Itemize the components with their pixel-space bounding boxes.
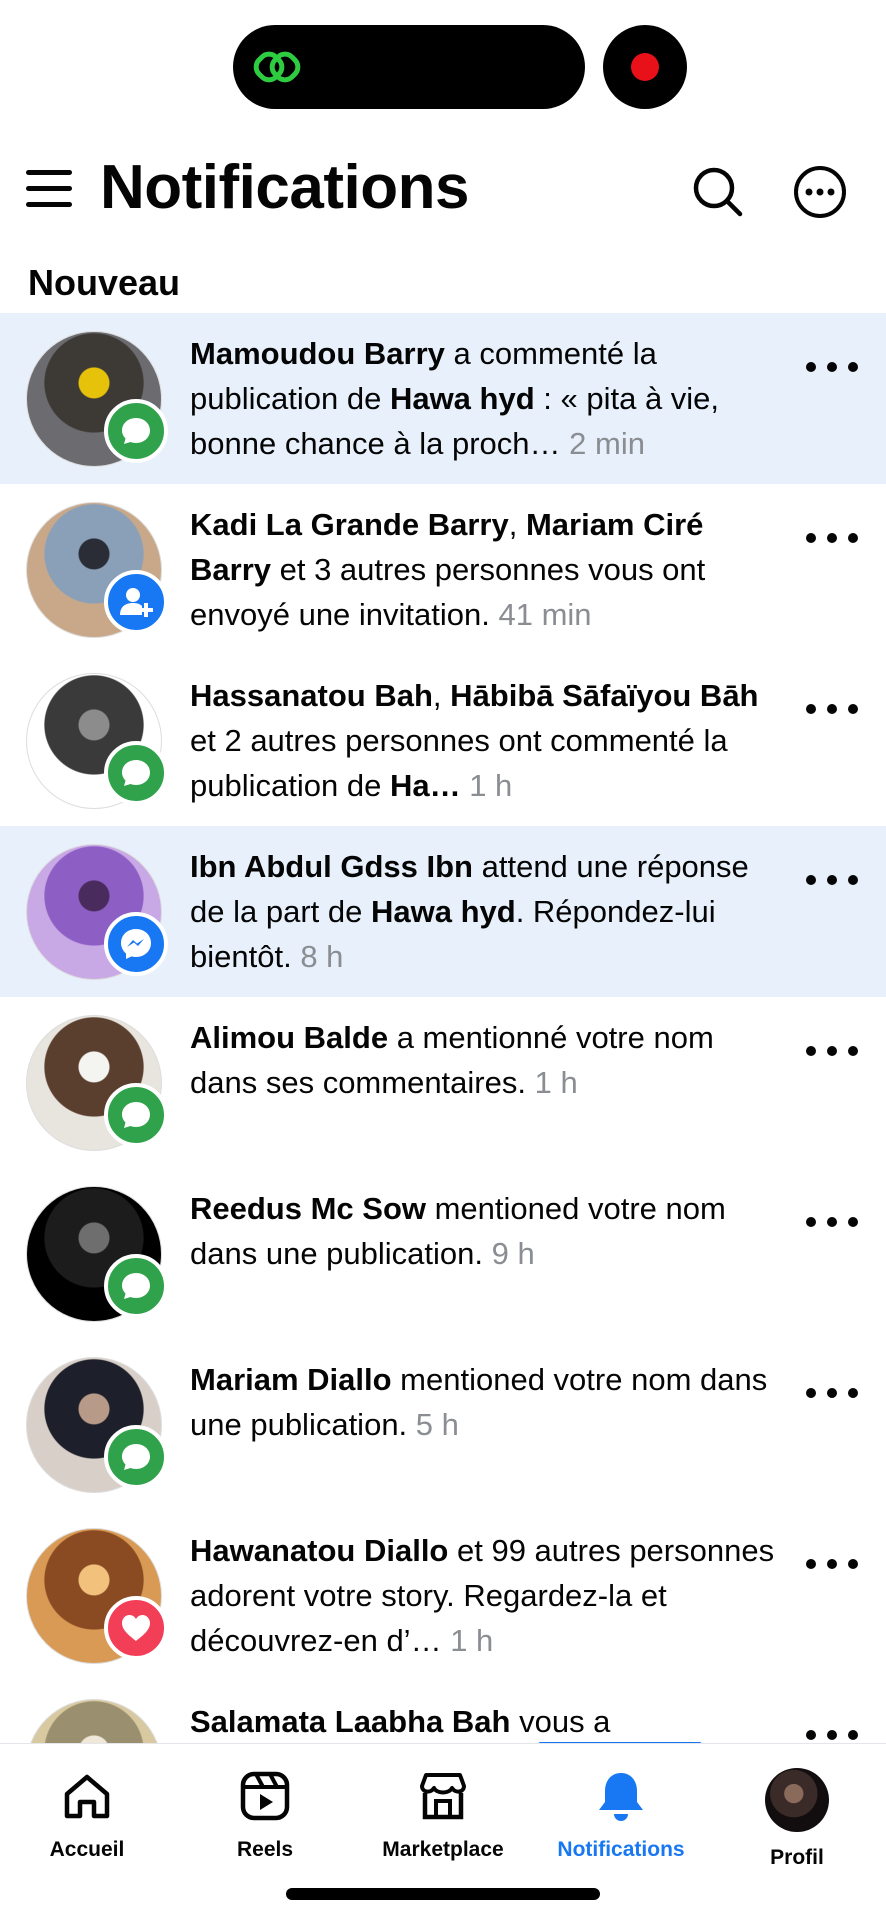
notification-item[interactable]: Mamoudou Barry a commenté la publication… [0, 313, 886, 484]
tab-marketplace-label: Marketplace [382, 1838, 504, 1861]
tab-profile[interactable]: Profil [712, 1768, 882, 1878]
notification-message: , [432, 678, 451, 713]
search-icon[interactable] [690, 164, 746, 220]
notification-name: Ibn Abdul Gdss Ibn [190, 849, 473, 884]
comment-badge [104, 1425, 168, 1489]
comment-icon [122, 1273, 150, 1299]
notification-name: Reedus Mc Sow [190, 1191, 426, 1226]
notification-time: 1 h [450, 1623, 494, 1658]
notification-message: vous a [510, 1704, 611, 1739]
notification-more-icon[interactable] [806, 1723, 858, 1743]
notification-text: Reedus Mc Sow mentioned votre nom dans u… [190, 1186, 780, 1276]
notification-more-icon[interactable] [806, 868, 858, 892]
comment-icon [122, 760, 150, 786]
reels-icon [240, 1771, 290, 1821]
notification-item[interactable]: Kadi La Grande Barry, Mariam Ciré Barry … [0, 484, 886, 655]
comment-badge [104, 399, 168, 463]
notification-time: 1 h [534, 1065, 578, 1100]
home-indicator [286, 1888, 600, 1900]
notification-time: 2 min [569, 426, 645, 461]
avatar[interactable] [26, 1699, 162, 1743]
heart-icon [122, 1615, 150, 1641]
page-title: Notifications [100, 153, 469, 222]
notification-more-icon[interactable] [806, 355, 858, 379]
notification-more-icon[interactable] [806, 1210, 858, 1234]
more-options-icon[interactable] [792, 164, 848, 220]
notification-name: Alimou Balde [190, 1020, 389, 1055]
tab-marketplace[interactable]: Marketplace [358, 1768, 528, 1878]
notification-more-icon[interactable] [806, 1039, 858, 1063]
add-friend-icon [120, 588, 153, 617]
notification-time: 5 h [415, 1407, 459, 1442]
messenger-icon [121, 929, 151, 959]
notification-more-icon[interactable] [806, 697, 858, 721]
dynamic-island [233, 25, 585, 109]
recording-indicator-icon [603, 25, 687, 109]
love-badge [104, 1596, 168, 1660]
link-icon [253, 51, 301, 83]
notification-text: Hawanatou Diallo et 99 autres personnes … [190, 1528, 780, 1663]
friend-badge [104, 570, 168, 634]
notification-list: Mamoudou Barry a commenté la publication… [0, 313, 886, 1743]
notification-name: Kadi La Grande Barry [190, 507, 509, 542]
profile-avatar [765, 1768, 829, 1832]
notification-text: Ibn Abdul Gdss Ibn attend une réponse de… [190, 844, 780, 979]
comment-badge [104, 741, 168, 805]
tab-reels[interactable]: Reels [180, 1768, 350, 1878]
notification-item[interactable]: Mariam Diallo mentioned votre nom dans u… [0, 1339, 886, 1510]
notification-item[interactable]: Ibn Abdul Gdss Ibn attend une réponse de… [0, 826, 886, 997]
comment-icon [122, 1102, 150, 1128]
notification-name: Mamoudou Barry [190, 336, 445, 371]
notification-message: , [508, 507, 526, 542]
notification-text: Mariam Diallo mentioned votre nom dans u… [190, 1357, 780, 1447]
tab-notifications-label: Notifications [557, 1838, 685, 1861]
notification-more-icon[interactable] [806, 526, 858, 550]
notification-name: Mariam Diallo [190, 1362, 392, 1397]
notification-name: Hawa hyd [370, 894, 516, 929]
tab-home-label: Accueil [49, 1838, 125, 1861]
notification-name: Salamata Laabha Bah [190, 1704, 511, 1739]
notification-time: 41 min [498, 597, 592, 632]
tab-profile-label: Profil [770, 1846, 824, 1869]
comment-icon [122, 1444, 150, 1470]
notification-text: Salamata Laabha Bah vous a [190, 1699, 780, 1743]
comment-icon [122, 418, 150, 444]
notification-more-icon[interactable] [806, 1552, 858, 1576]
notification-text: Mamoudou Barry a commenté la publication… [190, 331, 780, 466]
comment-badge [104, 1254, 168, 1318]
top-bar: Notifications [0, 140, 886, 245]
notification-item[interactable]: Hassanatou Bah, Hābibā Sāfaïyou Bāh et 2… [0, 655, 886, 826]
notification-time: 9 h [491, 1236, 535, 1271]
menu-icon[interactable] [26, 168, 74, 210]
notification-item[interactable]: Salamata Laabha Bah vous a [0, 1681, 886, 1743]
tab-notifications[interactable]: Notifications [536, 1768, 706, 1878]
notification-text: Hassanatou Bah, Hābibā Sāfaïyou Bāh et 2… [190, 673, 780, 808]
home-icon [64, 1774, 110, 1819]
messenger-badge [104, 912, 168, 976]
notification-text: Alimou Balde a mentionné votre nom dans … [190, 1015, 780, 1105]
bell-icon [599, 1773, 643, 1821]
notification-more-icon[interactable] [806, 1381, 858, 1405]
notification-name: Hassanatou Bah [190, 678, 433, 713]
notification-time: 8 h [300, 939, 344, 974]
tab-home[interactable]: Accueil [2, 1768, 172, 1878]
notification-time: 1 h [469, 768, 513, 803]
comment-badge [104, 1083, 168, 1147]
notification-item[interactable]: Alimou Balde a mentionné votre nom dans … [0, 997, 886, 1168]
notification-text: Kadi La Grande Barry, Mariam Ciré Barry … [190, 502, 780, 637]
tab-reels-label: Reels [236, 1838, 294, 1861]
notification-item[interactable]: Reedus Mc Sow mentioned votre nom dans u… [0, 1168, 886, 1339]
notification-name: Ha… [389, 768, 461, 803]
notification-item[interactable]: Hawanatou Diallo et 99 autres personnes … [0, 1510, 886, 1681]
notification-name: Hawanatou Diallo [190, 1533, 449, 1568]
notification-name: Hawa hyd [389, 381, 535, 416]
marketplace-icon [420, 1773, 466, 1820]
notification-name: Hābibā Sāfaïyou Bāh [450, 678, 759, 713]
section-title: Nouveau [28, 262, 181, 303]
